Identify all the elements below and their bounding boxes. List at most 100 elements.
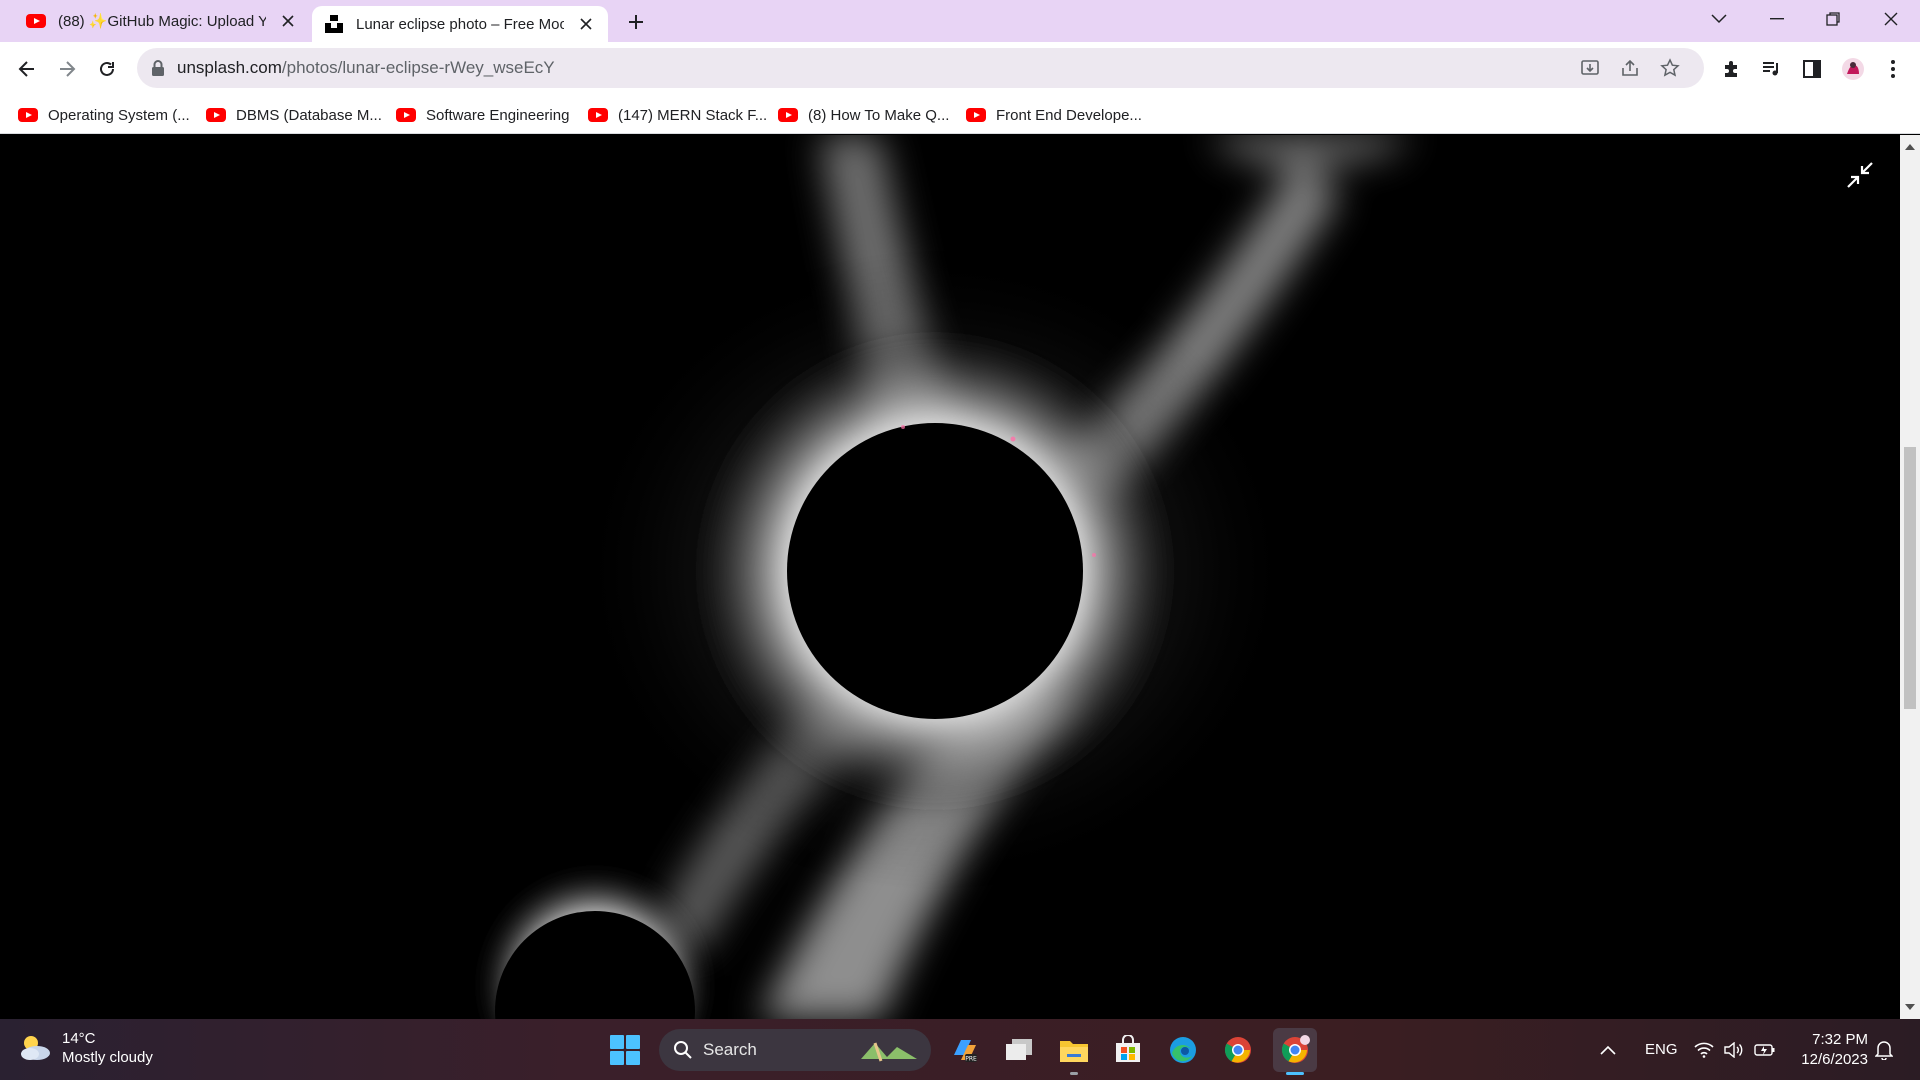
- address-bar[interactable]: unsplash.com/photos/lunar-eclipse-rWey_w…: [137, 48, 1704, 88]
- collapse-icon: [1847, 162, 1873, 188]
- reload-icon: [100, 61, 114, 76]
- chrome-icon: [1224, 1037, 1251, 1063]
- show-hidden-icons-button[interactable]: [1600, 1019, 1616, 1080]
- bookmark-item[interactable]: Operating System (...: [18, 104, 190, 126]
- tab-github-magic[interactable]: (88) ✨GitHub Magic: Upload Yo: [0, 0, 310, 42]
- extensions-button[interactable]: [1719, 56, 1745, 82]
- reload-button[interactable]: [92, 54, 122, 84]
- side-panel-icon: [1803, 60, 1821, 78]
- playlist-icon: [1763, 62, 1778, 76]
- forward-button[interactable]: [52, 54, 82, 84]
- folder-icon: [1060, 1041, 1088, 1062]
- battery-charging-icon: [1754, 1043, 1775, 1056]
- bookmark-label: (147) MERN Stack F...: [618, 106, 768, 124]
- exit-fullscreen-button[interactable]: [1846, 161, 1874, 189]
- tab-title: (88) ✨GitHub Magic: Upload Yo: [58, 13, 266, 30]
- arrow-right-icon: [60, 61, 76, 77]
- taskbar-edge[interactable]: [1164, 1031, 1202, 1069]
- copilot-icon: PRE: [954, 1040, 977, 1063]
- install-app-button[interactable]: [1578, 56, 1602, 80]
- unsplash-icon: [325, 15, 343, 33]
- store-icon: [1116, 1035, 1140, 1062]
- scroll-up-arrow[interactable]: [1904, 141, 1916, 153]
- taskbar-clock[interactable]: 7:32 PM 12/6/2023: [1792, 1030, 1868, 1070]
- clock-date: 12/6/2023: [1801, 1051, 1868, 1068]
- youtube-icon: [778, 108, 798, 122]
- windows-logo-icon: [610, 1035, 624, 1049]
- scroll-down-arrow[interactable]: [1904, 1001, 1916, 1013]
- bookmark-star-button[interactable]: [1658, 56, 1682, 80]
- eclipse-photo: [0, 135, 1900, 1019]
- youtube-icon: [588, 108, 608, 122]
- taskbar-store[interactable]: [1109, 1031, 1147, 1069]
- clock-time: 7:32 PM: [1812, 1031, 1868, 1048]
- speaker-icon: [1724, 1041, 1743, 1058]
- close-window-button[interactable]: [1864, 0, 1918, 38]
- weather-widget[interactable]: 14°C Mostly cloudy: [18, 1029, 153, 1067]
- wifi-icon: [1694, 1042, 1714, 1058]
- language-indicator[interactable]: ENG: [1645, 1019, 1678, 1080]
- close-icon[interactable]: [276, 9, 300, 33]
- bookmark-item[interactable]: (147) MERN Stack F...: [588, 104, 767, 126]
- bookmark-label: Operating System (...: [48, 106, 190, 124]
- search-placeholder: Search: [703, 1040, 757, 1059]
- taskbar-task-view[interactable]: [1000, 1031, 1038, 1069]
- photo-viewer[interactable]: [0, 135, 1900, 1019]
- bookmark-item[interactable]: Front End Develope...: [966, 104, 1142, 126]
- close-icon[interactable]: [574, 12, 598, 36]
- chevron-up-icon: [1600, 1045, 1616, 1055]
- youtube-icon: [18, 108, 38, 122]
- taskbar-chrome-profile[interactable]: [1273, 1028, 1317, 1075]
- start-button[interactable]: [610, 1035, 640, 1065]
- bookmark-item[interactable]: DBMS (Database M...: [206, 104, 382, 126]
- notifications-button[interactable]: [1875, 1019, 1893, 1080]
- restore-icon: [1826, 12, 1840, 26]
- minimize-icon: [1770, 18, 1784, 20]
- active-indicator: [1286, 1072, 1304, 1075]
- taskbar-chrome[interactable]: [1219, 1031, 1257, 1069]
- volume-button[interactable]: [1724, 1019, 1744, 1080]
- share-icon: [1622, 59, 1638, 76]
- install-icon: [1581, 60, 1599, 75]
- youtube-icon: [966, 108, 986, 122]
- chrome-profile-icon: [1281, 1035, 1310, 1063]
- bookmark-label: Front End Develope...: [996, 106, 1142, 124]
- url-host: unsplash.com: [177, 58, 282, 77]
- network-button[interactable]: [1694, 1019, 1714, 1080]
- lock-icon[interactable]: [151, 59, 165, 77]
- new-tab-button[interactable]: [622, 8, 650, 36]
- taskbar-copilot[interactable]: PRE: [945, 1031, 983, 1069]
- taskbar-file-explorer[interactable]: [1055, 1031, 1093, 1075]
- browser-toolbar: unsplash.com/photos/lunar-eclipse-rWey_w…: [0, 42, 1920, 96]
- close-icon: [1884, 12, 1898, 26]
- tab-strip: (88) ✨GitHub Magic: Upload Yo Lunar ecli…: [0, 0, 1920, 42]
- tab-title: Lunar eclipse photo – Free Moo: [356, 15, 564, 33]
- share-button[interactable]: [1618, 56, 1642, 80]
- star-icon: [1660, 58, 1680, 77]
- bookmark-label: (8) How To Make Q...: [808, 106, 950, 124]
- page-scrollbar[interactable]: [1900, 135, 1920, 1019]
- youtube-icon: [396, 108, 416, 122]
- restore-button[interactable]: [1806, 0, 1860, 38]
- url-text[interactable]: unsplash.com/photos/lunar-eclipse-rWey_w…: [177, 58, 555, 78]
- side-panel-button[interactable]: [1799, 56, 1825, 82]
- bookmark-item[interactable]: Software Engineering: [396, 104, 569, 126]
- back-button[interactable]: [12, 54, 42, 84]
- bookmarks-bar: Operating System (... DBMS (Database M..…: [0, 96, 1920, 134]
- bookmark-label: Software Engineering: [426, 106, 570, 124]
- weather-temp: 14°C: [62, 1030, 96, 1047]
- chrome-menu-button[interactable]: [1880, 56, 1906, 82]
- arrow-left-icon: [18, 61, 34, 77]
- taskbar-search[interactable]: Search: [659, 1029, 931, 1071]
- youtube-icon: [206, 108, 226, 122]
- bookmark-item[interactable]: (8) How To Make Q...: [778, 104, 949, 126]
- weather-text: 14°C Mostly cloudy: [62, 1029, 153, 1067]
- tab-search-button[interactable]: [1692, 0, 1746, 38]
- battery-button[interactable]: [1754, 1019, 1776, 1080]
- scroll-thumb[interactable]: [1904, 447, 1916, 709]
- edge-icon: [1170, 1037, 1196, 1063]
- minimize-button[interactable]: [1750, 0, 1804, 38]
- media-control-button[interactable]: [1758, 56, 1784, 82]
- profile-avatar[interactable]: [1840, 56, 1866, 82]
- tab-lunar-eclipse[interactable]: Lunar eclipse photo – Free Moo: [312, 6, 608, 42]
